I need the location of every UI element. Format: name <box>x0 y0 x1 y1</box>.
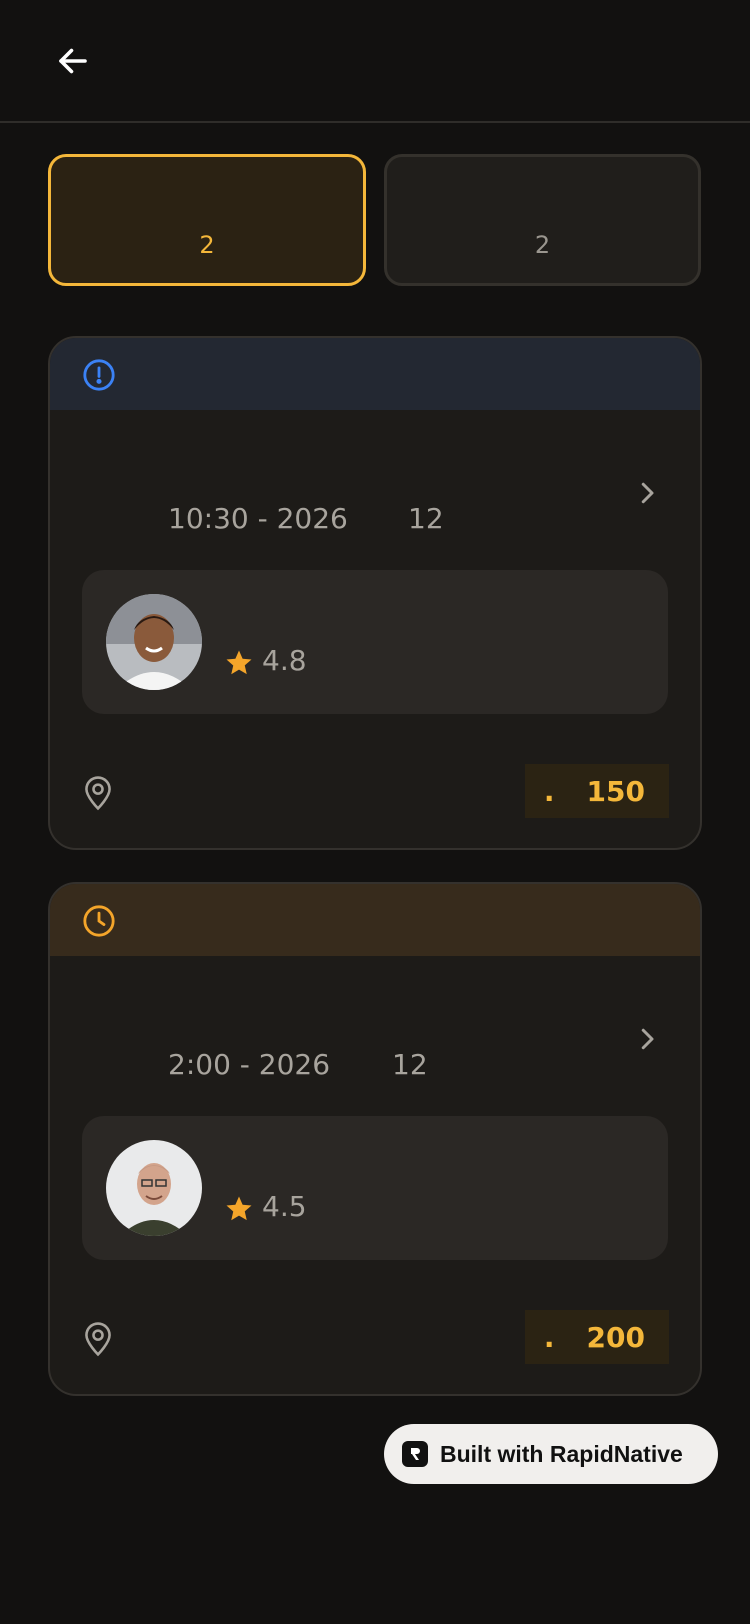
alert-circle-icon <box>83 359 115 391</box>
status-banner <box>50 884 700 956</box>
star-icon <box>226 650 252 675</box>
booking-time: 2:00 - 2026 <box>168 1048 331 1081</box>
booking-card[interactable]: 2:00 - 2026 12 4.5 . 200 <box>48 882 702 1396</box>
booking-time: 10:30 - 2026 <box>168 502 348 535</box>
price-prefix: . <box>543 1320 555 1354</box>
location-pin-icon[interactable] <box>82 1321 114 1357</box>
price-prefix: . <box>543 774 555 808</box>
professional-info[interactable]: 4.8 <box>82 570 668 714</box>
avatar <box>106 594 202 690</box>
chevron-right-icon[interactable] <box>632 478 662 508</box>
status-banner <box>50 338 700 410</box>
clock-icon <box>83 905 115 937</box>
tab-upcoming[interactable]: 2 <box>48 154 366 286</box>
avatar <box>106 1140 202 1236</box>
tab-count: 2 <box>199 231 215 259</box>
rating-value: 4.5 <box>262 1190 307 1223</box>
rating-value: 4.8 <box>262 644 307 677</box>
badge-label: Built with RapidNative <box>440 1440 683 1467</box>
booking-card[interactable]: 10:30 - 2026 12 4.8 . 150 <box>48 336 702 850</box>
rapidnative-logo-icon <box>402 1441 428 1467</box>
price-value: 150 <box>586 774 645 808</box>
built-with-badge[interactable]: Built with RapidNative <box>384 1424 718 1484</box>
location-pin-icon[interactable] <box>82 775 114 811</box>
star-icon <box>226 1196 252 1221</box>
top-bar <box>0 0 750 123</box>
tab-past[interactable]: 2 <box>384 154 701 286</box>
booking-day: 12 <box>408 502 444 535</box>
booking-tabs: 2 2 <box>48 154 702 288</box>
price-value: 200 <box>586 1320 645 1354</box>
back-button[interactable] <box>48 36 98 86</box>
chevron-right-icon[interactable] <box>632 1024 662 1054</box>
professional-info[interactable]: 4.5 <box>82 1116 668 1260</box>
price-tag: . 200 <box>525 1310 669 1364</box>
tab-count: 2 <box>534 231 551 259</box>
arrow-left-icon <box>59 48 87 74</box>
price-tag: . 150 <box>525 764 669 818</box>
booking-day: 12 <box>392 1048 428 1081</box>
